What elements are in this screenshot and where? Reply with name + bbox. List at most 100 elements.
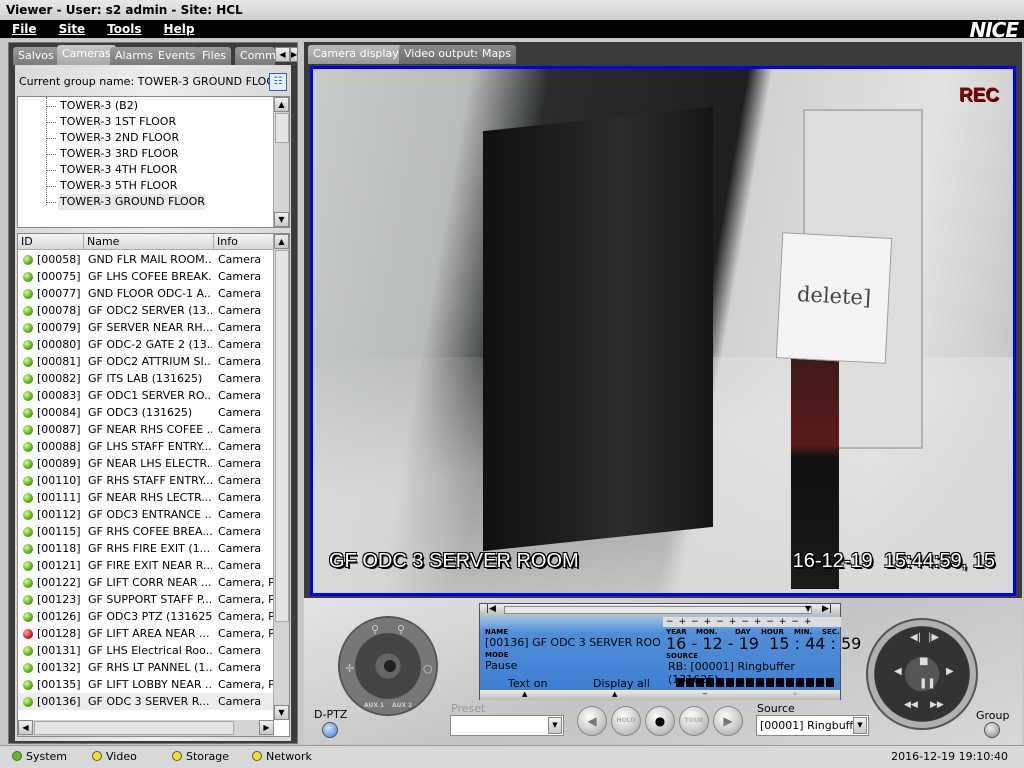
scroll-thumb[interactable] <box>275 250 289 622</box>
tree-item[interactable]: TOWER-3 5TH FLOOR <box>45 178 177 194</box>
volume-up-icon[interactable]: + <box>792 690 798 698</box>
tree-item[interactable]: TOWER-3 2ND FLOOR <box>45 130 179 146</box>
tab-video-outputs[interactable]: Video outputs <box>399 45 486 64</box>
table-row[interactable]: [00079] GF SERVER NEAR RH... Camera <box>18 319 274 336</box>
table-row[interactable]: [00136] GF ODC 3 SERVER R... Camera <box>18 693 274 710</box>
aux2-button[interactable]: AUX 2 <box>392 702 412 709</box>
text-on-button[interactable]: Text on <box>508 677 547 690</box>
playback-wheel[interactable]: ◀| |▶ ◀ ▶ ■ ❚❚ ◀◀ ▶▶ <box>866 618 978 730</box>
display-all-button[interactable]: Display all <box>593 677 650 690</box>
volume-meter[interactable] <box>676 678 836 687</box>
scroll-down-icon[interactable]: ▼ <box>274 705 289 720</box>
ptz-wheel[interactable]: ⚲ ⚲ ✛ ○ AUX 1 AUX 2 <box>338 616 438 716</box>
tab-comm[interactable]: Comm <box>235 47 275 65</box>
tree-item[interactable]: TOWER-3 (B2) <box>46 98 138 114</box>
record-button[interactable]: ● <box>645 706 675 736</box>
timeline-bar[interactable]: |◀ ▼ ▶| <box>480 604 840 616</box>
table-row[interactable]: [00058] GND FLR MAIL ROOM... Camera <box>18 251 274 268</box>
display-all-arrow-icon[interactable]: ▲ <box>612 690 617 698</box>
table-row[interactable]: [00128] GF LIFT AREA NEAR ... Camera, PT <box>18 625 282 642</box>
tab-scroll-left-icon[interactable]: ◀ <box>275 47 290 62</box>
scroll-up-icon[interactable]: ▲ <box>274 234 289 249</box>
go-end-icon[interactable]: ▶| <box>822 604 832 614</box>
tab-files[interactable]: Files <box>197 47 232 65</box>
tree-view-icon[interactable]: ☷ <box>269 73 287 91</box>
previous-button[interactable]: ◀ <box>577 706 607 736</box>
tab-events[interactable]: Events <box>153 47 201 65</box>
tab-salvos[interactable]: Salvos <box>13 47 59 65</box>
tab-camera-displays[interactable]: Camera displays <box>308 45 410 64</box>
table-row[interactable]: [00123] GF SUPPORT STAFF P... Camera, PT <box>18 591 282 608</box>
dptz-led-button[interactable] <box>322 722 338 738</box>
scroll-left-icon[interactable]: ◀ <box>18 720 33 735</box>
menu-file[interactable]: File <box>12 20 37 36</box>
table-row[interactable]: [00118] GF RHS FIRE EXIT (1... Camera <box>18 540 274 557</box>
list-scrollbar[interactable]: ▲ ▼ <box>273 234 289 720</box>
hscroll-thumb[interactable] <box>34 721 234 735</box>
go-start-icon[interactable]: |◀ <box>486 604 496 614</box>
scroll-down-icon[interactable]: ▼ <box>274 212 289 227</box>
table-row[interactable]: [00082] GF ITS LAB (131625) Camera <box>18 370 274 387</box>
tab-cameras[interactable]: Cameras <box>57 45 116 65</box>
chevron-down-icon[interactable]: ▼ <box>548 717 562 734</box>
scroll-right-icon[interactable]: ▶ <box>259 720 274 735</box>
table-row[interactable]: [00084] GF ODC3 (131625) Camera <box>18 404 274 421</box>
lcd-bottom-buttons[interactable]: ▲ ▲ − + <box>480 690 840 700</box>
tree-item[interactable]: TOWER-3 GROUND FLOOR <box>46 194 205 210</box>
table-row[interactable]: [00081] GF ODC2 ATTRIUM SI... Camera <box>18 353 274 370</box>
tree-item[interactable]: TOWER-3 1ST FLOOR <box>45 114 176 130</box>
fast-forward-icon[interactable]: ▶▶ <box>930 700 944 710</box>
zoom-in-icon[interactable]: ⚲ <box>371 623 379 636</box>
focus-icon[interactable]: ✛ <box>345 662 354 675</box>
table-row[interactable]: [00111] GF NEAR RHS LECTR... Camera <box>18 489 274 506</box>
table-row[interactable]: [00089] GF NEAR LHS ELECTR... Camera <box>18 455 274 472</box>
tree-item[interactable]: TOWER-3 4TH FLOOR <box>45 162 177 178</box>
tab-maps[interactable]: Maps <box>477 45 516 64</box>
scroll-thumb[interactable] <box>275 113 289 143</box>
column-name[interactable]: Name <box>84 234 214 250</box>
volume-down-icon[interactable]: − <box>702 690 708 698</box>
chevron-down-icon[interactable]: ▼ <box>853 717 867 734</box>
column-info[interactable]: Info <box>214 234 274 250</box>
preset-dropdown[interactable]: ▼ <box>450 715 564 736</box>
source-dropdown[interactable]: [00001] Ringbuffer ▼ <box>756 715 869 736</box>
pause-icon[interactable]: ❚❚ <box>919 678 936 689</box>
aux1-button[interactable]: AUX 1 <box>364 702 384 709</box>
table-row[interactable]: [00078] GF ODC2 SERVER (13... Camera <box>18 302 274 319</box>
iris-icon[interactable]: ○ <box>423 662 433 675</box>
rewind-icon[interactable]: ◀◀ <box>904 700 918 710</box>
play-icon[interactable]: ▶ <box>946 666 954 677</box>
stop-icon[interactable]: ■ <box>919 656 928 667</box>
next-button[interactable]: ▶ <box>713 706 743 736</box>
table-row[interactable]: [00088] GF LHS STAFF ENTRY... Camera <box>18 438 274 455</box>
joystick-icon[interactable] <box>384 660 396 672</box>
table-row[interactable]: [00077] GND FLOOR ODC-1 A... Camera <box>18 285 274 302</box>
list-hscrollbar[interactable]: ◀ ▶ <box>18 720 274 736</box>
table-row[interactable]: [00075] GF LHS COFEE BREAK... Camera <box>18 268 274 285</box>
timeline-slider[interactable] <box>504 606 812 614</box>
tab-alarms[interactable]: Alarms <box>110 47 159 65</box>
table-row[interactable]: [00112] GF ODC3 ENTRANCE ... Camera <box>18 506 274 523</box>
tour-button[interactable]: TOUR <box>679 706 709 736</box>
table-row[interactable]: [00083] GF ODC1 SERVER RO... Camera <box>18 387 274 404</box>
menu-site[interactable]: Site <box>59 20 86 36</box>
step-forward-icon[interactable]: |▶ <box>928 632 939 643</box>
table-row[interactable]: [00122] GF LIFT CORR NEAR ... Camera, PT <box>18 574 282 591</box>
table-row[interactable]: [00115] GF RHS COFEE BREA... Camera <box>18 523 274 540</box>
text-on-arrow-icon[interactable]: ▲ <box>522 690 527 698</box>
table-row[interactable]: [00126] GF ODC3 PTZ (131625) Camera, PT <box>18 608 282 625</box>
table-row[interactable]: [00087] GF NEAR RHS COFEE ... Camera <box>18 421 274 438</box>
table-row[interactable]: [00135] GF LIFT LOBBY NEAR ... Camera, PT <box>18 676 282 693</box>
scroll-up-icon[interactable]: ▲ <box>274 97 289 112</box>
step-back-icon[interactable]: ◀| <box>910 632 921 643</box>
tree-item[interactable]: TOWER-3 3RD FLOOR <box>46 146 179 162</box>
group-led-button[interactable] <box>984 722 1000 738</box>
column-id[interactable]: ID <box>18 234 84 250</box>
zoom-out-icon[interactable]: ⚲ <box>397 623 405 636</box>
menu-tools[interactable]: Tools <box>107 20 141 36</box>
table-row[interactable]: [00080] GF ODC-2 GATE 2 (13... Camera <box>18 336 274 353</box>
tab-scroll-right-icon[interactable]: ▶ <box>290 47 298 62</box>
table-row[interactable]: [00132] GF RHS LT PANNEL (1... Camera <box>18 659 274 676</box>
table-row[interactable]: [00131] GF LHS Electrical Roo... Camera <box>18 642 274 659</box>
time-adjust-buttons[interactable]: −+−+−+−+−+−+ <box>663 617 841 627</box>
